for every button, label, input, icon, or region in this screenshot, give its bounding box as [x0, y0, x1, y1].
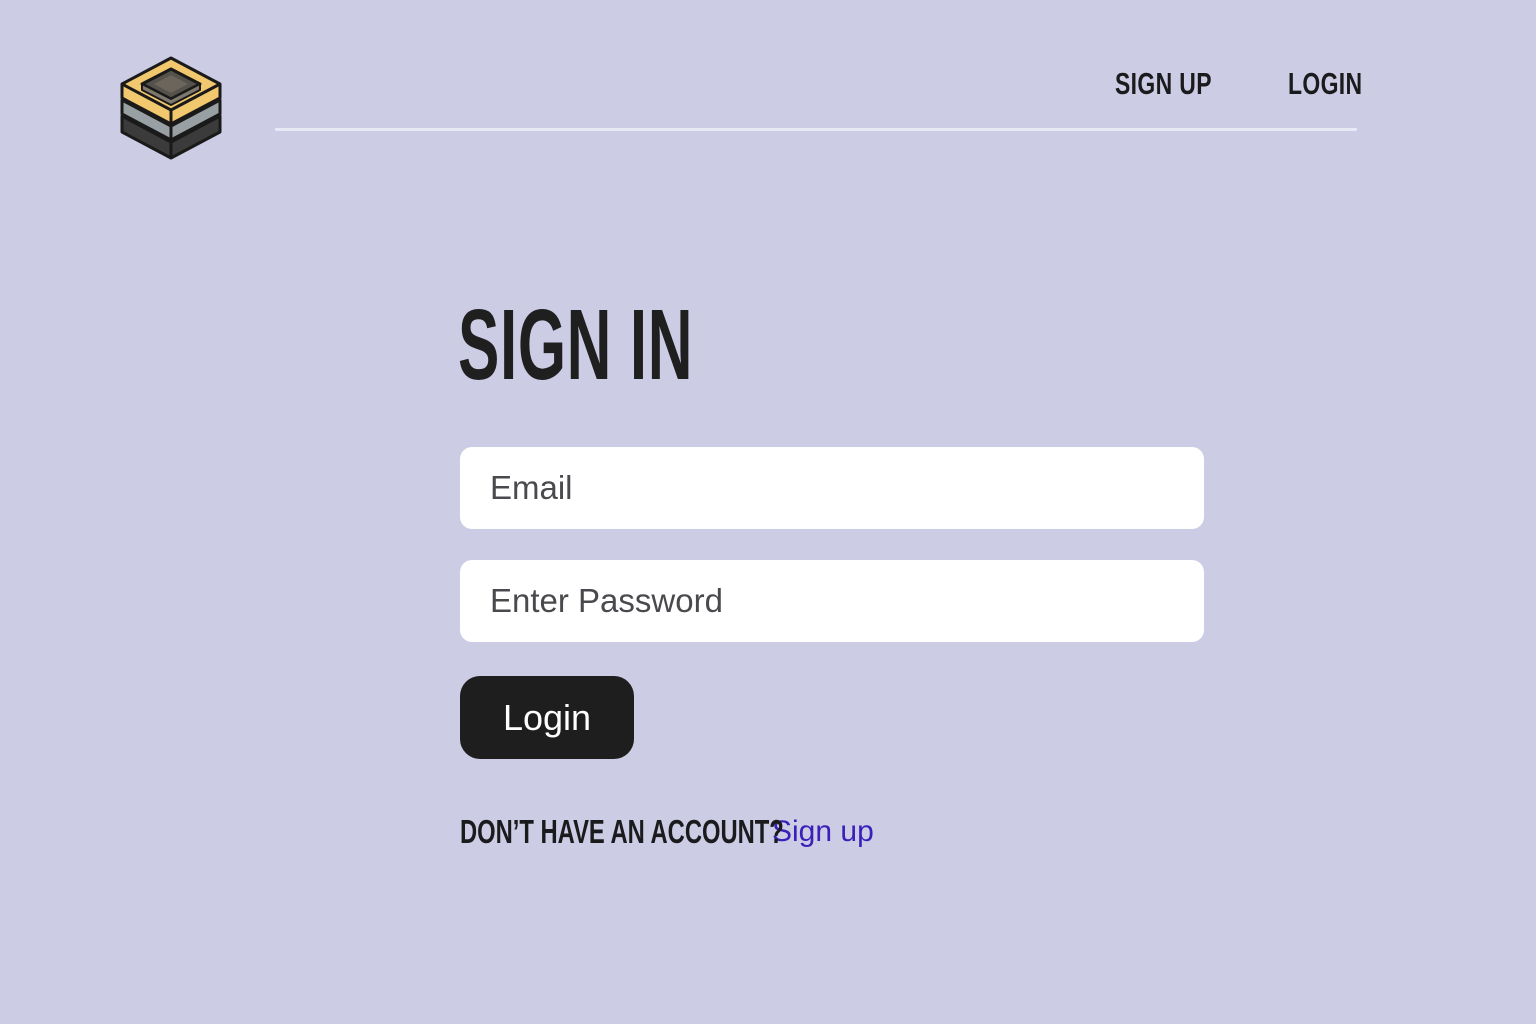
stacked-boxes-logo-icon[interactable]: [118, 54, 224, 162]
page-title: SIGN IN: [458, 289, 694, 401]
signup-prompt: DON’T HAVE AN ACCOUNT?Sign up: [460, 810, 874, 854]
password-input[interactable]: [460, 560, 1204, 642]
nav-signup-link[interactable]: SIGN UP: [1115, 64, 1212, 104]
email-input[interactable]: [460, 447, 1204, 529]
nav-login-link[interactable]: LOGIN: [1288, 64, 1362, 104]
header-divider: [275, 128, 1357, 131]
login-button[interactable]: Login: [460, 676, 634, 759]
signup-prompt-text: DON’T HAVE AN ACCOUNT?: [460, 813, 784, 850]
signup-link[interactable]: Sign up: [772, 810, 874, 854]
